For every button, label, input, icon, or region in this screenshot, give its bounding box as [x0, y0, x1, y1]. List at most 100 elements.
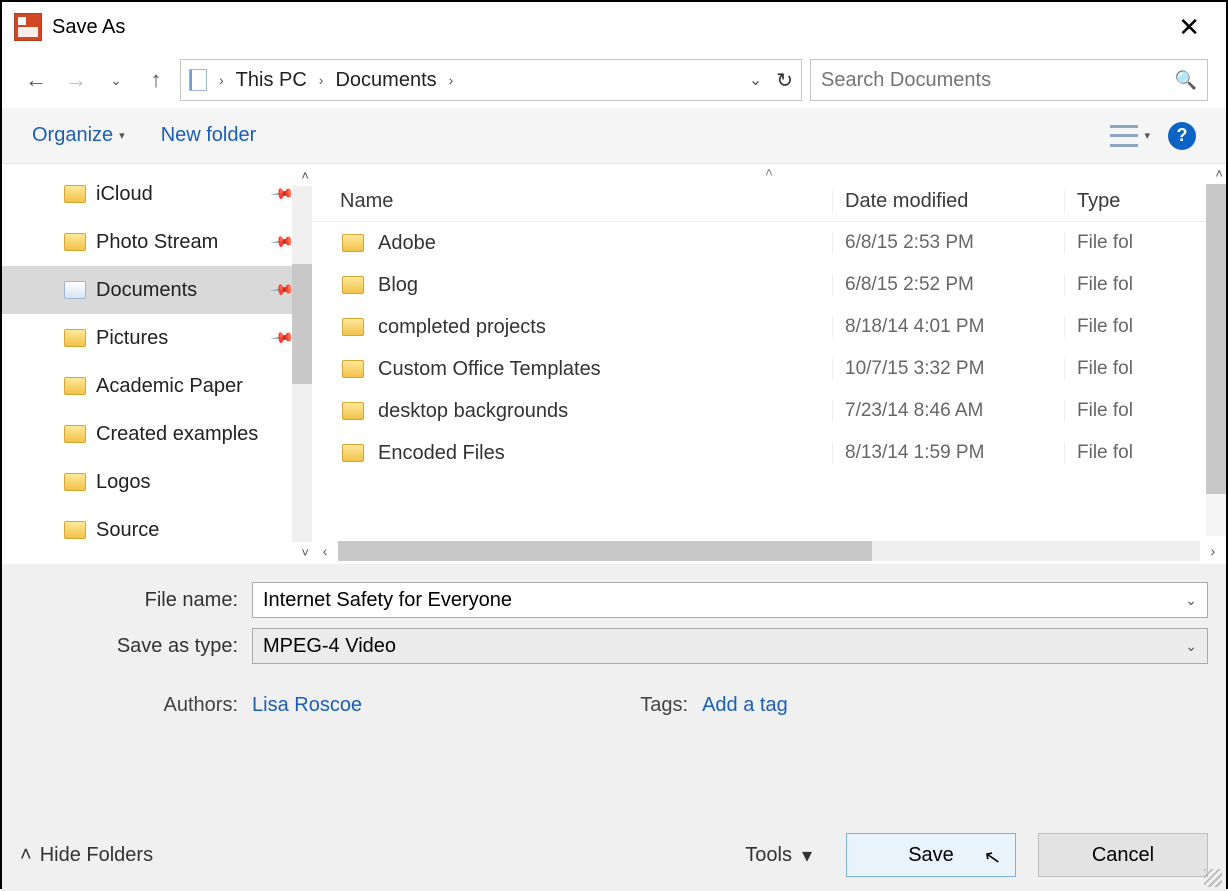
folder-icon [64, 521, 86, 539]
file-date: 8/13/14 1:59 PM [832, 442, 1064, 464]
hscroll-thumb[interactable] [338, 541, 872, 561]
tree-item[interactable]: Photo Stream 📌 [2, 218, 312, 266]
tree-item[interactable]: Academic Paper [2, 362, 312, 410]
tree-item[interactable]: Source [2, 506, 312, 554]
new-folder-button[interactable]: New folder [161, 124, 257, 147]
file-type: File fol [1064, 316, 1226, 338]
help-button[interactable]: ? [1168, 122, 1196, 150]
bottom-panel: File name: Internet Safety for Everyone … [2, 564, 1226, 891]
file-row[interactable]: Encoded Files 8/13/14 1:59 PM File fol [312, 432, 1226, 474]
tree-item-label: Photo Stream [96, 231, 218, 254]
close-button[interactable]: ✕ [1164, 4, 1214, 50]
folder-icon [342, 444, 364, 462]
scroll-up-icon[interactable]: ˄ [1215, 166, 1223, 181]
file-name: desktop backgrounds [378, 400, 568, 423]
folder-icon [64, 329, 86, 347]
folder-icon [64, 473, 86, 491]
chevron-down-icon[interactable]: ⌄ [1185, 638, 1197, 655]
tags-label: Tags: [622, 694, 702, 717]
view-menu[interactable]: ▾ [1110, 125, 1150, 147]
file-name: Encoded Files [378, 442, 505, 465]
address-bar[interactable]: › This PC › Documents › ⌄ ↻ [180, 59, 802, 101]
tree-item[interactable]: Logos [2, 458, 312, 506]
file-date: 7/23/14 8:46 AM [832, 400, 1064, 422]
file-row[interactable]: Custom Office Templates 10/7/15 3:32 PM … [312, 348, 1226, 390]
folder-icon [64, 185, 86, 203]
tools-menu[interactable]: Tools ▾ [745, 843, 812, 868]
collapse-chevron-icon[interactable]: ˄ [312, 164, 1226, 182]
folder-icon [64, 281, 86, 299]
file-type: File fol [1064, 400, 1226, 422]
tree-item[interactable]: Pictures 📌 [2, 314, 312, 362]
horizontal-scrollbar[interactable]: ‹ › [312, 538, 1226, 564]
location-icon [189, 69, 207, 91]
file-type: File fol [1064, 232, 1226, 254]
scroll-right-icon[interactable]: › [1200, 543, 1226, 559]
tree-item-label: iCloud [96, 183, 153, 206]
scroll-up-icon[interactable]: ˄ [301, 168, 309, 183]
breadcrumb-item[interactable]: This PC [236, 69, 307, 92]
file-name: completed projects [378, 316, 546, 339]
file-date: 6/8/15 2:52 PM [832, 274, 1064, 296]
authors-value[interactable]: Lisa Roscoe [252, 694, 362, 717]
up-button[interactable]: ↑ [140, 64, 172, 96]
tree-item[interactable]: Documents 📌 [2, 266, 312, 314]
folder-tree[interactable]: ˄ iCloud 📌 Photo Stream 📌 Documents 📌 Pi… [2, 164, 312, 564]
file-row[interactable]: Blog 6/8/15 2:52 PM File fol [312, 264, 1226, 306]
search-box[interactable]: 🔍 [810, 59, 1208, 101]
tree-item-label: Academic Paper [96, 375, 243, 398]
new-folder-label: New folder [161, 124, 257, 147]
file-row[interactable]: completed projects 8/18/14 4:01 PM File … [312, 306, 1226, 348]
file-row[interactable]: Adobe 6/8/15 2:53 PM File fol [312, 222, 1226, 264]
hide-folders-label: Hide Folders [40, 844, 153, 867]
file-date: 10/7/15 3:32 PM [832, 358, 1064, 380]
folder-icon [342, 402, 364, 420]
cancel-button[interactable]: Cancel [1038, 833, 1208, 877]
forward-button[interactable]: → [60, 64, 92, 96]
scroll-left-icon[interactable]: ‹ [312, 543, 338, 559]
navigation-bar: ← → ⌄ ↑ › This PC › Documents › ⌄ ↻ 🔍 [2, 52, 1226, 108]
organize-menu[interactable]: Organize ▾ [32, 124, 125, 147]
scroll-down-icon[interactable]: ˅ [301, 545, 309, 560]
chevron-right-icon: › [319, 72, 324, 88]
hide-folders-button[interactable]: ˄ Hide Folders [20, 844, 153, 867]
refresh-button[interactable]: ↻ [776, 68, 793, 93]
search-input[interactable] [821, 69, 1175, 92]
tree-item[interactable]: iCloud 📌 [2, 170, 312, 218]
breadcrumb-item[interactable]: Documents [335, 69, 436, 92]
file-name: Blog [378, 274, 418, 297]
tree-item[interactable]: Created examples [2, 410, 312, 458]
title-bar: Save As ✕ [2, 2, 1226, 52]
hscroll-track[interactable] [338, 541, 1200, 561]
filename-value: Internet Safety for Everyone [263, 589, 512, 612]
tree-scrollbar-thumb[interactable] [292, 264, 312, 384]
chevron-down-icon[interactable]: ⌄ [1185, 592, 1197, 609]
recent-dropdown[interactable]: ⌄ [100, 64, 132, 96]
file-date: 6/8/15 2:53 PM [832, 232, 1064, 254]
column-header-name[interactable]: Name [312, 190, 832, 213]
save-button[interactable]: Save ↖ [846, 833, 1016, 877]
search-icon[interactable]: 🔍 [1175, 70, 1197, 91]
file-list-panel: ˄ ˄ Name Date modified Type Adobe 6/8/15… [312, 164, 1226, 564]
column-header-type[interactable]: Type [1064, 190, 1226, 213]
column-header-date[interactable]: Date modified [832, 190, 1064, 213]
resize-grip[interactable] [1204, 869, 1222, 887]
savetype-value: MPEG-4 Video [263, 635, 396, 658]
powerpoint-icon [14, 13, 42, 41]
toolbar: Organize ▾ New folder ▾ ? [2, 108, 1226, 164]
tags-value[interactable]: Add a tag [702, 694, 788, 717]
files-scrollbar-thumb[interactable] [1206, 184, 1226, 494]
back-button[interactable]: ← [20, 64, 52, 96]
address-dropdown-icon[interactable]: ⌄ [749, 70, 762, 90]
filename-input[interactable]: Internet Safety for Everyone ⌄ [252, 582, 1208, 618]
file-list[interactable]: Adobe 6/8/15 2:53 PM File folBlog 6/8/15… [312, 222, 1226, 538]
file-row[interactable]: desktop backgrounds 7/23/14 8:46 AM File… [312, 390, 1226, 432]
savetype-label: Save as type: [20, 635, 252, 658]
folder-icon [64, 377, 86, 395]
chevron-down-icon: ▾ [802, 843, 812, 868]
file-name: Custom Office Templates [378, 358, 601, 381]
savetype-dropdown[interactable]: MPEG-4 Video ⌄ [252, 628, 1208, 664]
cursor-icon: ↖ [982, 844, 1003, 872]
folder-icon [64, 425, 86, 443]
file-type: File fol [1064, 274, 1226, 296]
